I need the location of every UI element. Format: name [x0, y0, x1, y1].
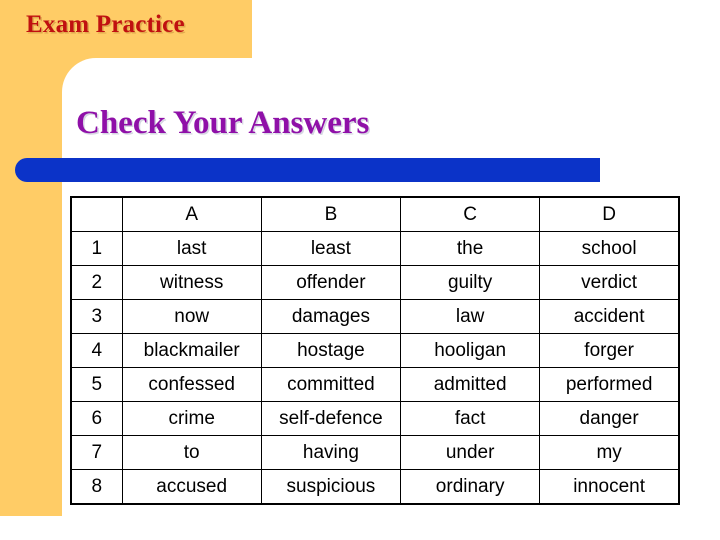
row-number: 3: [70, 299, 123, 334]
answer-option-b: offender: [260, 265, 402, 300]
table-header-row: A B C D: [70, 196, 680, 232]
table-row: 7 to having under my: [70, 435, 680, 470]
answer-option-a: crime: [121, 401, 262, 436]
row-number: 2: [70, 265, 123, 300]
answer-correct-d: accident: [539, 299, 680, 334]
answer-option-d: innocent: [539, 469, 680, 505]
answer-correct-c: under: [400, 435, 541, 470]
orange-corner-accent: [62, 58, 96, 92]
answer-option-b: suspicious: [260, 469, 402, 505]
row-number: 8: [70, 469, 123, 505]
table-row: 4 blackmailer hostage hooligan forger: [70, 333, 680, 368]
answer-option-d: danger: [539, 401, 680, 436]
table-row: 2 witness offender guilty verdict: [70, 265, 680, 300]
table-row: 8 accused suspicious ordinary innocent: [70, 469, 680, 505]
row-number: 6: [70, 401, 123, 436]
column-header-c: C: [400, 196, 541, 232]
answer-option-c: the: [400, 231, 541, 266]
table-row: 1 last least the school: [70, 231, 680, 266]
answer-option-a: confessed: [121, 367, 262, 402]
answer-option-d: my: [539, 435, 680, 470]
column-header-blank: [70, 196, 123, 232]
answers-table-container: A B C D 1 last least the school 2 witness offen…: [70, 196, 680, 505]
answer-option-b: self-defence: [260, 401, 402, 436]
table-row: 6 crime self-defence fact danger: [70, 401, 680, 436]
answer-option-a: to: [121, 435, 262, 470]
answer-option-d: school: [539, 231, 680, 266]
column-header-b: B: [260, 196, 402, 232]
answer-option-c: admitted: [400, 367, 541, 402]
table-row: 5 confessed committed admitted performed: [70, 367, 680, 402]
answers-table-body: 1 last least the school 2 witness offender guilt…: [70, 231, 680, 505]
column-header-d: D: [539, 196, 680, 232]
table-row: 3 now damages law accident: [70, 299, 680, 334]
answer-option-d: verdict: [539, 265, 680, 300]
answer-option-d: performed: [539, 367, 680, 402]
slide-title: Exam Practice: [26, 11, 185, 38]
row-number: 5: [70, 367, 123, 402]
answer-option-a: last: [121, 231, 262, 266]
answer-correct-a: blackmailer: [121, 333, 262, 368]
answer-option-b: hostage: [260, 333, 402, 368]
answer-option-c: guilty: [400, 265, 541, 300]
page-title: Check Your Answers: [76, 105, 370, 141]
row-number: 1: [70, 231, 123, 266]
column-header-a: A: [121, 196, 262, 232]
answer-option-d: forger: [539, 333, 680, 368]
answer-correct-b: committed: [260, 367, 402, 402]
answer-correct-a: witness: [121, 265, 262, 300]
answer-option-b: damages: [260, 299, 402, 334]
answer-correct-b: least: [260, 231, 402, 266]
row-number: 4: [70, 333, 123, 368]
slide-canvas: Exam Practice Check Your Answers A B C D: [0, 0, 720, 540]
blue-divider-bar: [15, 158, 600, 182]
row-number: 7: [70, 435, 123, 470]
answers-table: A B C D 1 last least the school 2 witness offen…: [70, 196, 680, 505]
answer-option-a: now: [121, 299, 262, 334]
answer-correct-c: fact: [400, 401, 541, 436]
answer-option-c: ordinary: [400, 469, 541, 505]
orange-left-column: [0, 0, 62, 516]
answer-option-c: hooligan: [400, 333, 541, 368]
answer-option-c: law: [400, 299, 541, 334]
answer-option-a: accused: [121, 469, 262, 505]
answer-option-b: having: [260, 435, 402, 470]
